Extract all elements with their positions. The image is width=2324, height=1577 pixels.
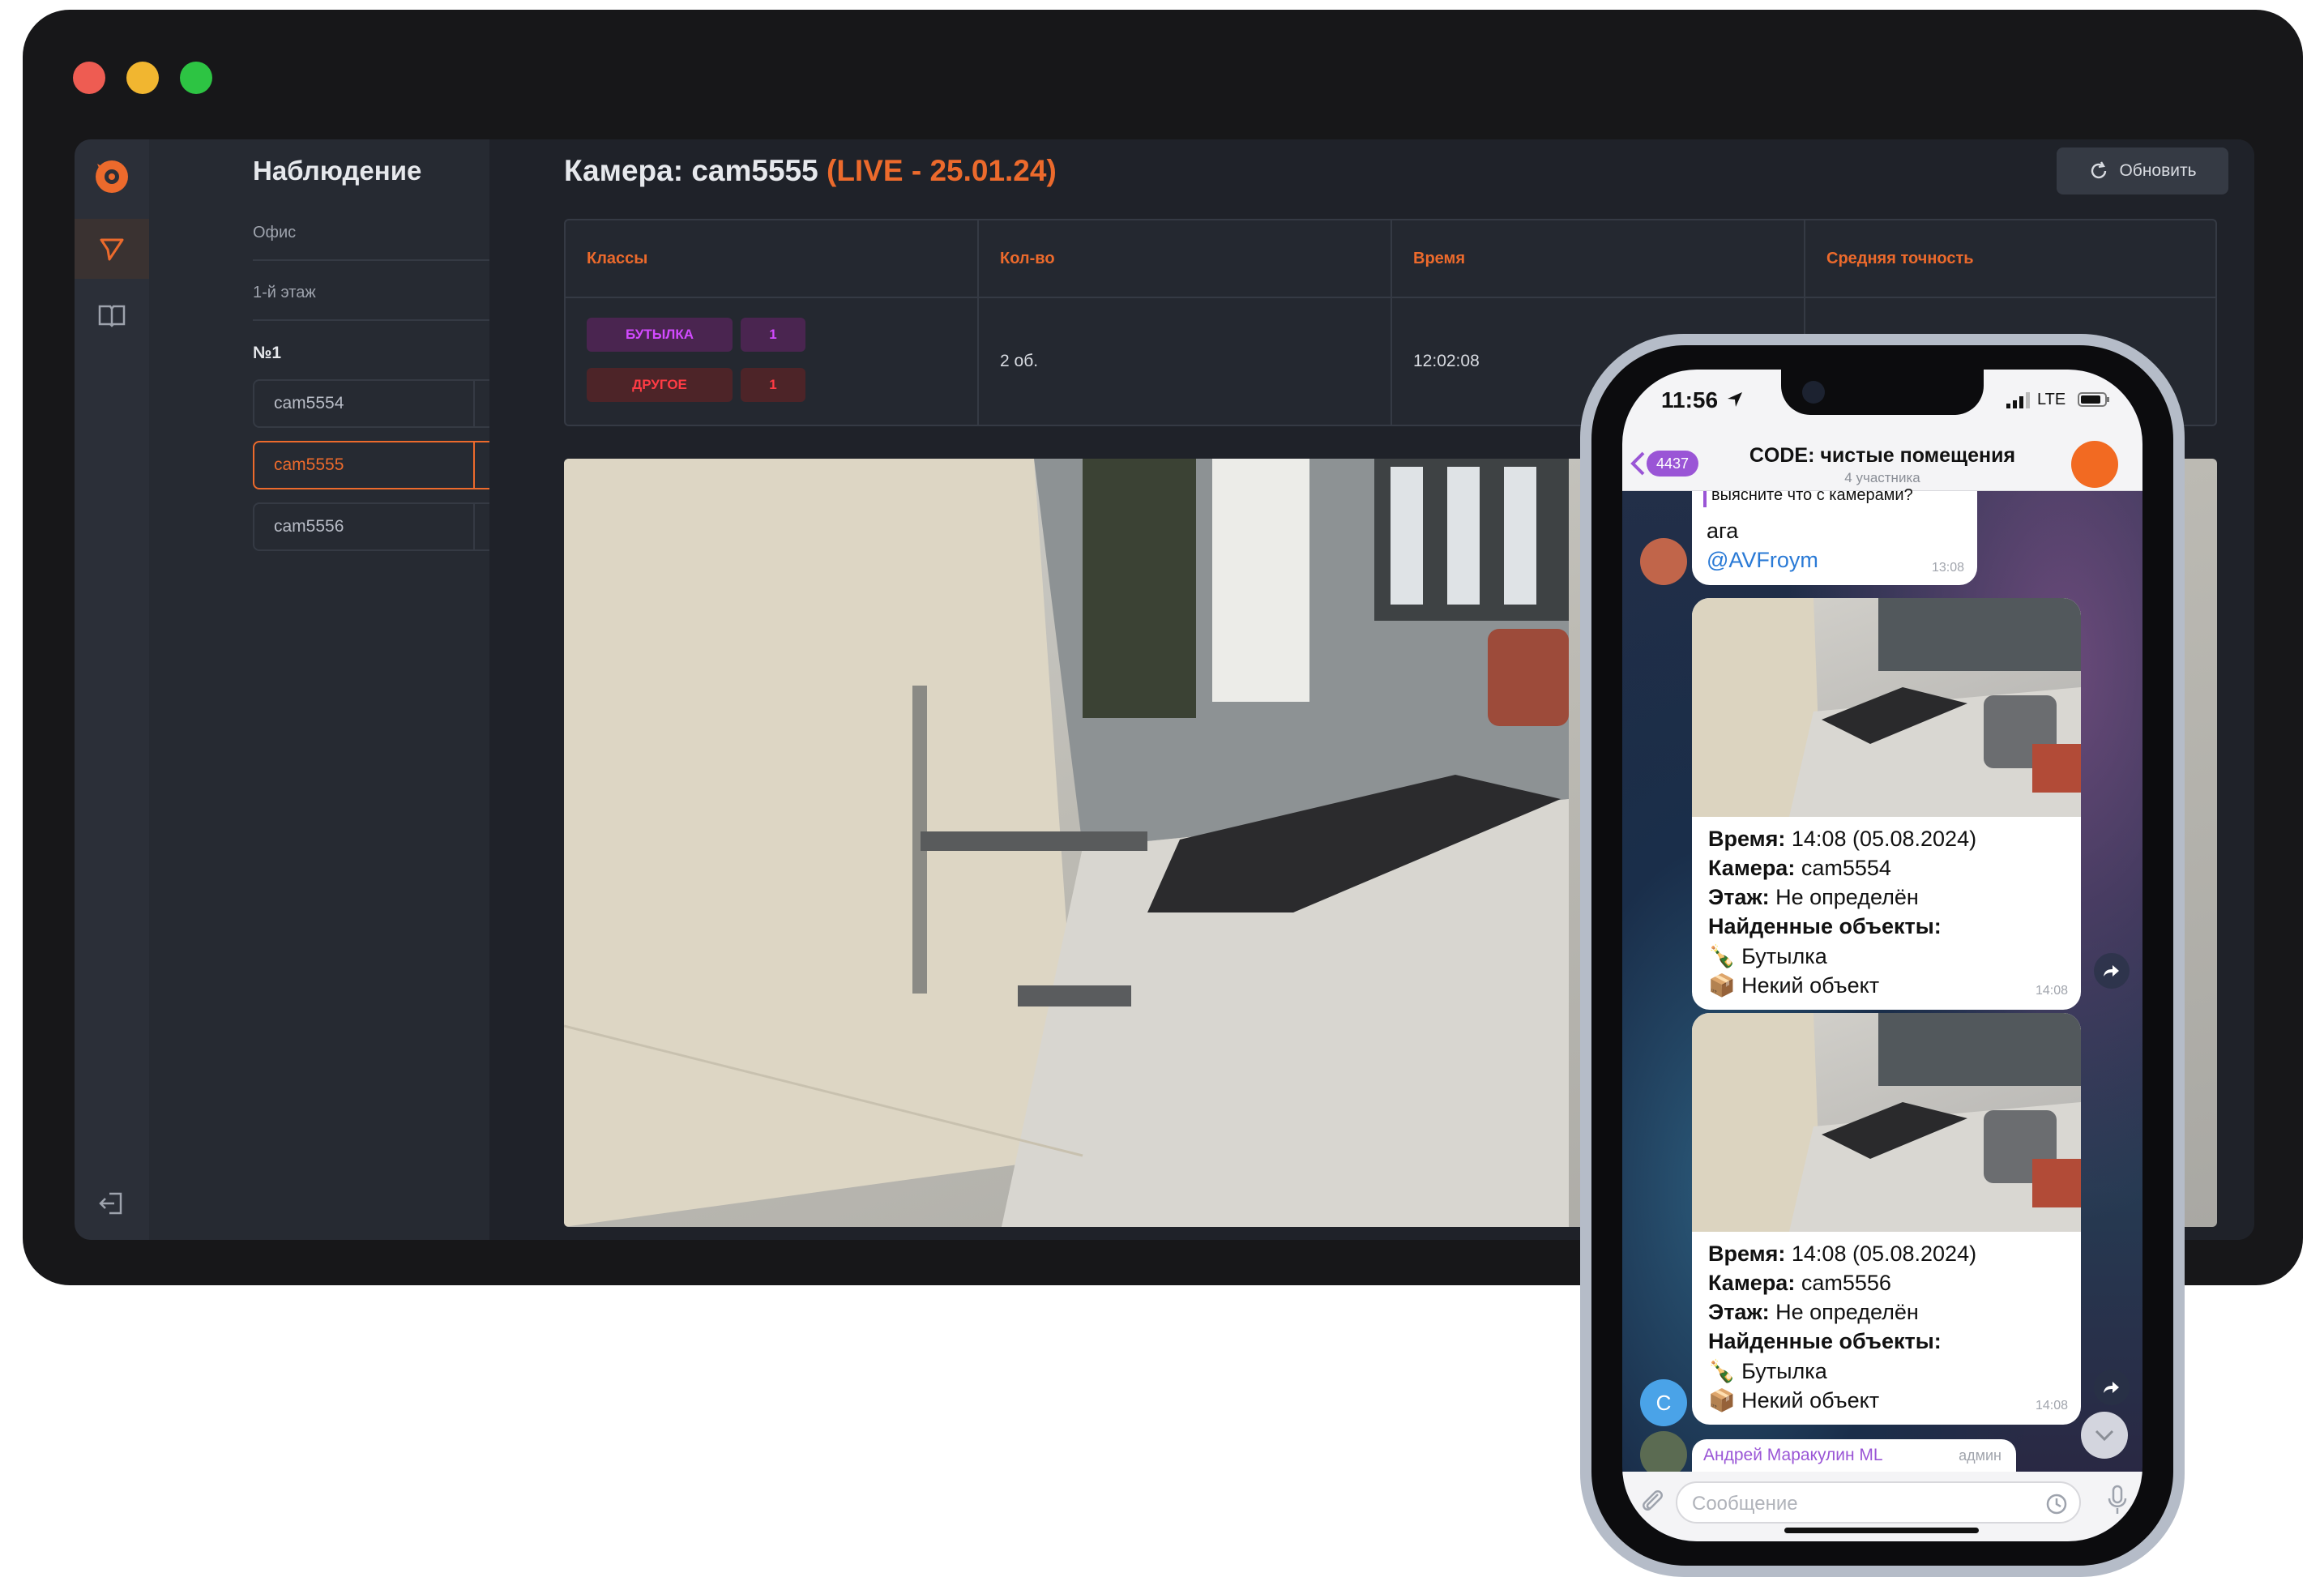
card-object-item: 🍾 Бутылка [1708, 1359, 1827, 1383]
reply-text: выясните что с камерами? [1711, 486, 1913, 504]
table-cell-quantity: 2 об. [979, 297, 1392, 426]
sender-name[interactable]: Андрей Маракулин ML [1703, 1446, 1883, 1465]
card-camera-line: Камера: cam5554 [1708, 856, 1891, 880]
card-object-item: 📦 Некий объект [1708, 1388, 1880, 1412]
message-bubble: выясните что с камерами? ага @AVFroym 13… [1692, 486, 1977, 585]
book-icon [98, 305, 126, 327]
message-input[interactable]: Сообщение [1676, 1481, 2081, 1524]
class-tag: БУТЫЛКА [587, 318, 733, 352]
detection-card: Время: 14:08 (05.08.2024) Камера: cam555… [1692, 598, 2081, 1010]
send-nav-icon [100, 238, 124, 261]
card-object-item: 🍾 Бутылка [1708, 944, 1827, 968]
nav-docs[interactable] [75, 285, 149, 345]
camera-panel: Наблюдение Офис 1-й этаж №1 cam5554 cam5… [149, 139, 538, 1240]
front-camera [1802, 381, 1825, 404]
location-office[interactable]: Офис [253, 224, 296, 242]
class-tag: ДРУГОЕ [587, 368, 733, 402]
phone-mockup: 11:56 LTE 4437 CODE: чистые помещения 4 … [1580, 334, 2185, 1577]
status-time: 11:56 [1661, 387, 1719, 412]
forward-button[interactable] [2094, 1370, 2130, 1405]
nav-surveillance[interactable] [75, 219, 149, 279]
box-icon: 📦 [1708, 1388, 1736, 1412]
sender-role: админ [1959, 1447, 2001, 1464]
card-camera-line: Камера: cam5556 [1708, 1271, 1891, 1295]
chat-subtitle: 4 участника [1844, 470, 1920, 485]
message-text: ага [1707, 519, 1739, 543]
signal-icon [2006, 392, 2030, 408]
network-label: LTE [2037, 391, 2066, 408]
forward-icon [2104, 965, 2119, 977]
column-header: Средняя точность [1826, 249, 1974, 267]
location-arrow-icon [1728, 392, 1742, 407]
camera-name: cam5556 [274, 517, 344, 536]
camera-title: Камера: cam5555 [564, 154, 818, 187]
card-image[interactable] [1692, 598, 2081, 817]
card-floor-line: Этаж: Не определён [1708, 1300, 1919, 1324]
input-placeholder: Сообщение [1692, 1493, 1798, 1515]
battery-icon [2078, 392, 2109, 407]
mention-link[interactable]: @AVFroym [1707, 548, 1818, 573]
class-count: 1 [741, 368, 805, 402]
minimize-window-dot[interactable] [126, 62, 159, 94]
card-image[interactable] [1692, 1013, 2081, 1232]
column-header: Кол-во [979, 220, 1392, 297]
scroll-down-button[interactable] [2081, 1412, 2128, 1459]
chat-header: 4437 CODE: чистые помещения 4 участника [1622, 439, 2142, 491]
camera-snapshot [1692, 598, 2081, 817]
table-cell-classes: БУТЫЛКА 1 ДРУГОЕ 1 [566, 297, 979, 426]
camera-snapshot [1692, 1013, 2081, 1232]
maximize-window-dot[interactable] [180, 62, 212, 94]
icon-sidebar [75, 139, 149, 1240]
live-badge: (LIVE - 25.01.24) [827, 154, 1057, 187]
panel-title: Наблюдение [253, 156, 422, 186]
card-timestamp: 14:08 [2035, 1399, 2068, 1412]
logo-icon [96, 160, 128, 193]
refresh-button[interactable]: Обновить [2057, 147, 2228, 194]
card-floor-line: Этаж: Не определён [1708, 885, 1919, 909]
home-indicator [1784, 1528, 1979, 1533]
telegram-chat-screen: 11:56 LTE 4437 CODE: чистые помещения 4 … [1622, 370, 2142, 1541]
box-icon: 📦 [1708, 973, 1736, 998]
detection-card: Время: 14:08 (05.08.2024) Камера: cam555… [1692, 1013, 2081, 1425]
reply-bar [1703, 491, 1707, 507]
card-time-line: Время: 14:08 (05.08.2024) [1708, 827, 1977, 851]
card-objects-label: Найденные объекты: [1708, 1329, 1942, 1353]
refresh-icon [2091, 161, 2107, 179]
notch [1781, 370, 1984, 415]
message-bubble: Андрей Маракулин ML админ [1692, 1439, 2016, 1472]
card-time-line: Время: 14:08 (05.08.2024) [1708, 1242, 1977, 1266]
column-header: Время [1392, 220, 1805, 297]
app-logo [75, 139, 149, 214]
microphone-icon[interactable] [2107, 1485, 2128, 1515]
close-window-dot[interactable] [73, 62, 105, 94]
camera-name: cam5555 [274, 455, 344, 474]
location-floor[interactable]: 1-й этаж [253, 284, 316, 302]
page-title: Камера: cam5555 (LIVE - 25.01.24) [564, 154, 1057, 188]
chat-avatar[interactable] [2071, 441, 2118, 488]
bottle-icon: 🍾 [1708, 1359, 1736, 1383]
camera-name: cam5554 [274, 394, 344, 412]
message-time: 13:08 [1931, 561, 1964, 575]
card-timestamp: 14:08 [2035, 984, 2068, 998]
refresh-label: Обновить [2119, 161, 2197, 180]
forward-button[interactable] [2094, 953, 2130, 989]
attach-icon[interactable] [1640, 1486, 1664, 1514]
sticker-icon[interactable] [2045, 1493, 2068, 1515]
group-label: №1 [253, 344, 282, 362]
sender-avatar[interactable]: C [1640, 1379, 1687, 1426]
forward-icon [2104, 1382, 2119, 1393]
nav-logout[interactable] [75, 1173, 149, 1233]
card-object-item: 📦 Некий объект [1708, 973, 1880, 998]
phone-bezel: 11:56 LTE 4437 CODE: чистые помещения 4 … [1591, 345, 2173, 1566]
chat-title[interactable]: CODE: чистые помещения [1622, 444, 2142, 468]
logout-icon [99, 1192, 122, 1215]
sender-avatar[interactable] [1640, 538, 1687, 585]
chevron-down-icon [2095, 1430, 2114, 1442]
card-objects-label: Найденные объекты: [1708, 914, 1942, 938]
bottle-icon: 🍾 [1708, 944, 1736, 968]
status-bar: 11:56 LTE [1622, 370, 2142, 439]
class-count: 1 [741, 318, 805, 352]
column-header: Классы [566, 220, 979, 297]
